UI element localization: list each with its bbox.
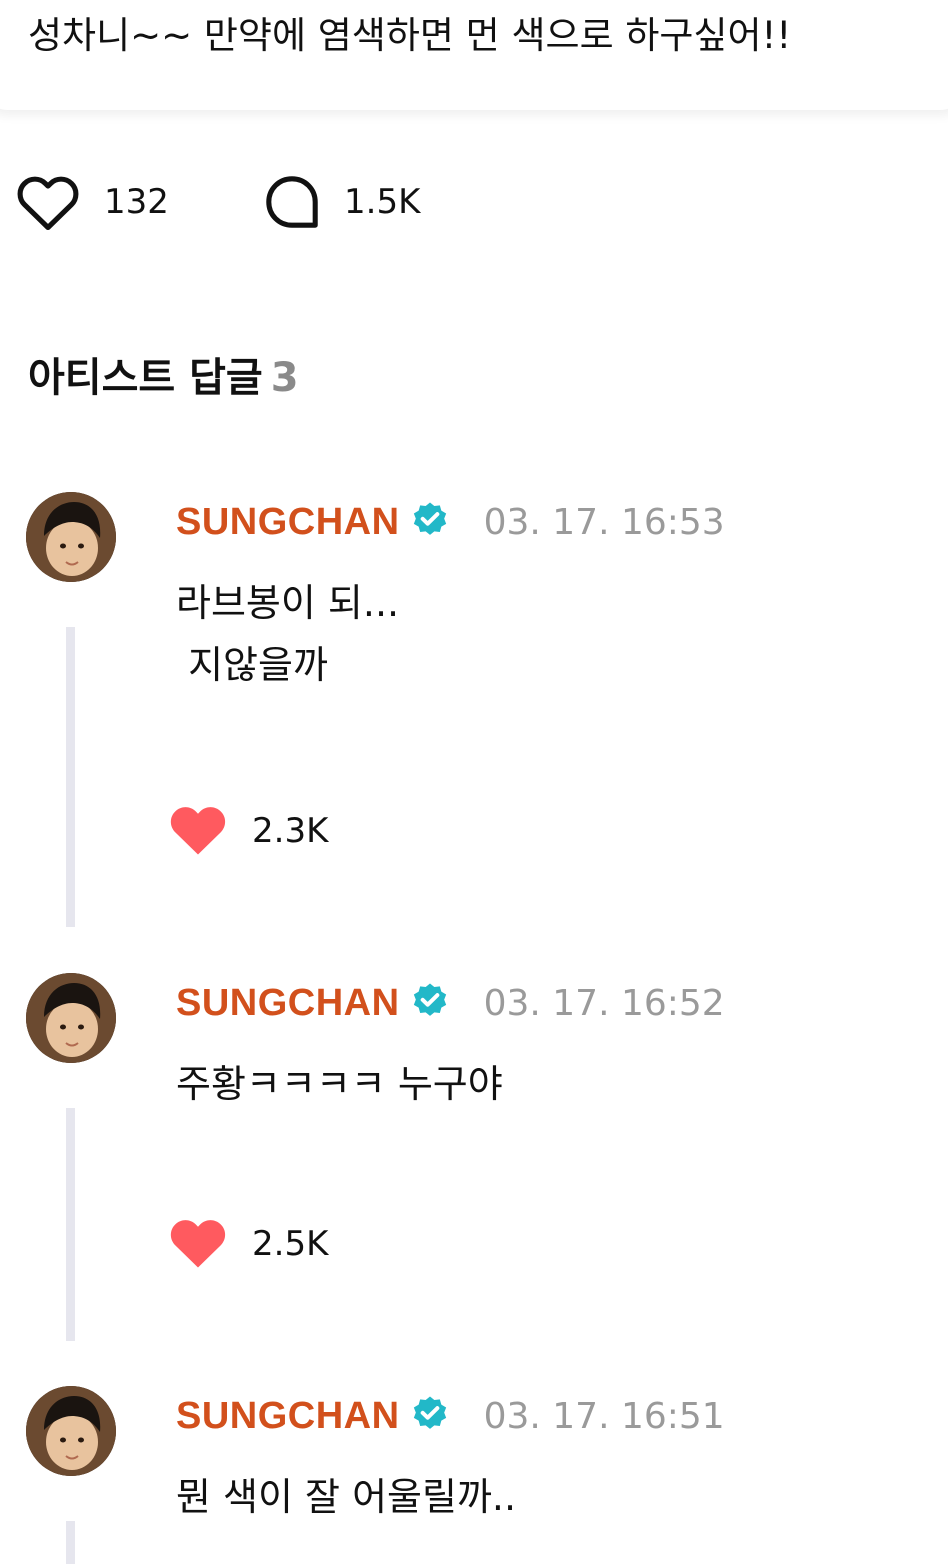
verified-badge-icon — [410, 981, 450, 1025]
reply-text: 주황ㅋㅋㅋㅋ 누구야 — [176, 1053, 503, 1115]
reply-timestamp: 03. 17. 16:52 — [483, 982, 725, 1024]
post-like-count: 132 — [104, 182, 169, 222]
avatar[interactable] — [26, 973, 116, 1063]
reply-text-line: 주황ㅋㅋㅋㅋ 누구야 — [176, 1062, 503, 1106]
verified-badge-icon — [410, 1394, 450, 1438]
reply-header: SUNGCHAN 03. 17. 16:51 — [176, 1392, 725, 1440]
reply-item: SUNGCHAN 03. 17. 16:52 주황ㅋㅋㅋㅋ 누구야 2.5K — [0, 973, 948, 1343]
reply-like-button[interactable]: 2.3K — [164, 796, 328, 866]
verified-badge-icon — [410, 500, 450, 544]
thread-line — [66, 1108, 75, 1341]
post-actions: 132 1.5K — [0, 162, 948, 242]
comment-bubble-icon — [260, 170, 324, 234]
artist-replies-header: 아티스트 답글 3 — [28, 350, 299, 406]
reply-timestamp: 03. 17. 16:51 — [483, 1395, 725, 1437]
reply-item: SUNGCHAN 03. 17. 16:53 라브봉이 되... 지않을까 2.… — [0, 492, 948, 932]
thread-line — [66, 627, 75, 927]
author-name[interactable]: SUNGCHAN — [176, 1395, 400, 1438]
reply-header: SUNGCHAN 03. 17. 16:53 — [176, 498, 725, 546]
heart-filled-icon — [164, 1208, 232, 1280]
reply-text: 라브봉이 되... 지않을까 — [176, 572, 399, 696]
reply-timestamp: 03. 17. 16:53 — [483, 501, 725, 543]
reply-text-line: 지않을까 — [176, 643, 328, 687]
thread-line — [66, 1521, 75, 1564]
author-name[interactable]: SUNGCHAN — [176, 982, 400, 1025]
reply-like-count: 2.3K — [252, 811, 329, 851]
reply-text-line: 라브봉이 되... — [176, 581, 400, 625]
post-comment-count: 1.5K — [344, 182, 421, 222]
reply-like-count: 2.5K — [252, 1224, 329, 1264]
author-name[interactable]: SUNGCHAN — [176, 501, 400, 544]
section-title: 아티스트 답글 — [28, 355, 263, 401]
avatar[interactable] — [26, 492, 116, 582]
reply-header: SUNGCHAN 03. 17. 16:52 — [176, 979, 725, 1027]
post-text: 성차니~~ 만약에 염색하면 먼 색으로 하구싶어!! — [28, 14, 792, 57]
post-card: 성차니~~ 만약에 염색하면 먼 색으로 하구싶어!! — [0, 0, 948, 110]
reply-item: SUNGCHAN 03. 17. 16:51 뭔 색이 잘 어울릴까.. — [0, 1386, 948, 1564]
reply-text: 뭔 색이 잘 어울릴까.. — [176, 1466, 516, 1528]
heart-outline-icon — [12, 166, 84, 238]
avatar[interactable] — [26, 1386, 116, 1476]
reply-like-button[interactable]: 2.5K — [164, 1209, 328, 1279]
reply-text-line: 뭔 색이 잘 어울릴까.. — [176, 1475, 517, 1519]
post-like-button[interactable]: 132 — [12, 162, 169, 242]
section-count: 3 — [270, 355, 299, 401]
post-comment-button[interactable]: 1.5K — [260, 162, 420, 242]
heart-filled-icon — [164, 795, 232, 867]
